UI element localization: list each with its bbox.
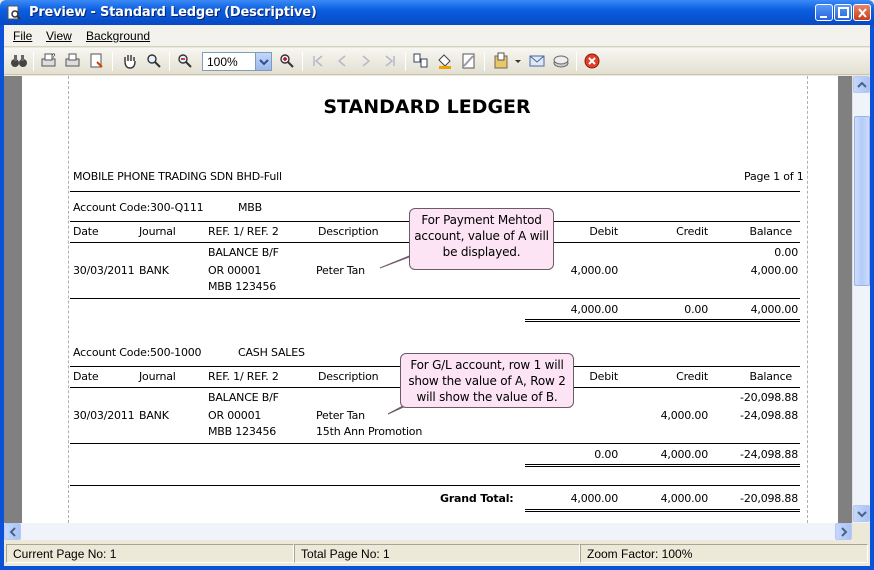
toolbar-separator xyxy=(405,52,406,71)
scroll-right-icon[interactable] xyxy=(835,523,852,540)
status-current-page: Current Page No: 1 xyxy=(6,544,294,563)
menu-view[interactable]: View xyxy=(46,29,72,43)
title-bar: Preview - Standard Ledger (Descriptive) xyxy=(0,0,874,25)
window-frame-bottom xyxy=(0,566,874,570)
minimize-button[interactable] xyxy=(815,4,833,21)
scroll-corner xyxy=(852,523,870,540)
print-icon[interactable] xyxy=(64,52,82,70)
email-icon[interactable] xyxy=(528,52,546,70)
save-dropdown-chevron-icon[interactable] xyxy=(513,52,523,70)
toolbar-separator xyxy=(302,52,303,71)
zoom-tool-icon[interactable] xyxy=(145,52,163,70)
status-total-page-text: Total Page No: 1 xyxy=(301,547,390,561)
hand-tool-icon[interactable] xyxy=(121,52,139,70)
horizontal-scrollbar[interactable] xyxy=(4,523,852,540)
close-button[interactable] xyxy=(853,4,871,21)
save-icon[interactable] xyxy=(493,52,511,70)
menu-background[interactable]: Background xyxy=(86,29,150,43)
status-zoom: Zoom Factor: 100% xyxy=(580,544,868,563)
fill-color-icon[interactable] xyxy=(436,52,454,70)
find-icon[interactable] xyxy=(10,52,28,70)
report-page: STANDARD LEDGER MOBILE PHONE TRADING SDN… xyxy=(22,76,838,523)
status-total-page: Total Page No: 1 xyxy=(294,544,580,563)
status-zoom-text: Zoom Factor: 100% xyxy=(587,547,693,561)
window-frame-right xyxy=(870,25,874,570)
menu-file[interactable]: File xyxy=(13,29,32,43)
vertical-scrollbar[interactable] xyxy=(852,76,870,523)
export-icon[interactable] xyxy=(552,52,570,70)
toolbar-separator xyxy=(112,52,113,71)
callout-line: show the value of A, Row 2 xyxy=(408,374,566,388)
maximize-button[interactable] xyxy=(834,4,852,21)
first-page-icon[interactable] xyxy=(309,52,327,70)
scroll-thumb[interactable] xyxy=(854,116,870,286)
prev-page-icon[interactable] xyxy=(333,52,351,70)
callout-line: be displayed. xyxy=(442,245,521,259)
toolbar-separator xyxy=(33,52,34,71)
zoom-value: 100% xyxy=(207,55,238,69)
last-page-icon[interactable] xyxy=(381,52,399,70)
callout-line: will show the value of B. xyxy=(416,390,558,404)
scroll-down-icon[interactable] xyxy=(853,505,870,522)
callout-line: For Payment Mehtod xyxy=(421,213,542,227)
scroll-left-icon[interactable] xyxy=(4,523,21,540)
preview-app-icon xyxy=(6,5,21,20)
menu-bar: File View Background xyxy=(4,25,870,47)
zoom-select[interactable]: 100% xyxy=(202,52,272,71)
callout-gl-account: For G/L account, row 1 will show the val… xyxy=(400,353,574,408)
status-bar: Current Page No: 1 Total Page No: 1 Zoom… xyxy=(4,542,870,564)
page-setup-icon[interactable] xyxy=(88,52,106,70)
callout-line: For G/L account, row 1 will xyxy=(410,358,564,372)
toolbar-separator xyxy=(576,52,577,71)
callout-pointers xyxy=(379,249,433,415)
close-preview-icon[interactable] xyxy=(583,52,601,70)
toolbar: ? 100% xyxy=(4,48,870,75)
print-setup-icon[interactable]: ? xyxy=(40,52,58,70)
window-title: Preview - Standard Ledger (Descriptive) xyxy=(29,5,317,20)
scroll-up-icon[interactable] xyxy=(853,76,870,93)
toolbar-separator xyxy=(484,52,485,71)
callout-line: account, value of A will xyxy=(414,229,549,243)
zoom-in-icon[interactable] xyxy=(278,52,296,70)
next-page-icon[interactable] xyxy=(357,52,375,70)
multi-page-icon[interactable] xyxy=(412,52,430,70)
callout-payment-method: For Payment Mehtod account, value of A w… xyxy=(409,208,554,270)
chevron-down-icon[interactable] xyxy=(255,53,271,70)
status-current-page-text: Current Page No: 1 xyxy=(13,547,117,561)
report-viewport[interactable]: STANDARD LEDGER MOBILE PHONE TRADING SDN… xyxy=(4,76,852,523)
zoom-out-icon[interactable] xyxy=(176,52,194,70)
toolbar-separator xyxy=(169,52,170,71)
watermark-icon[interactable] xyxy=(460,52,478,70)
